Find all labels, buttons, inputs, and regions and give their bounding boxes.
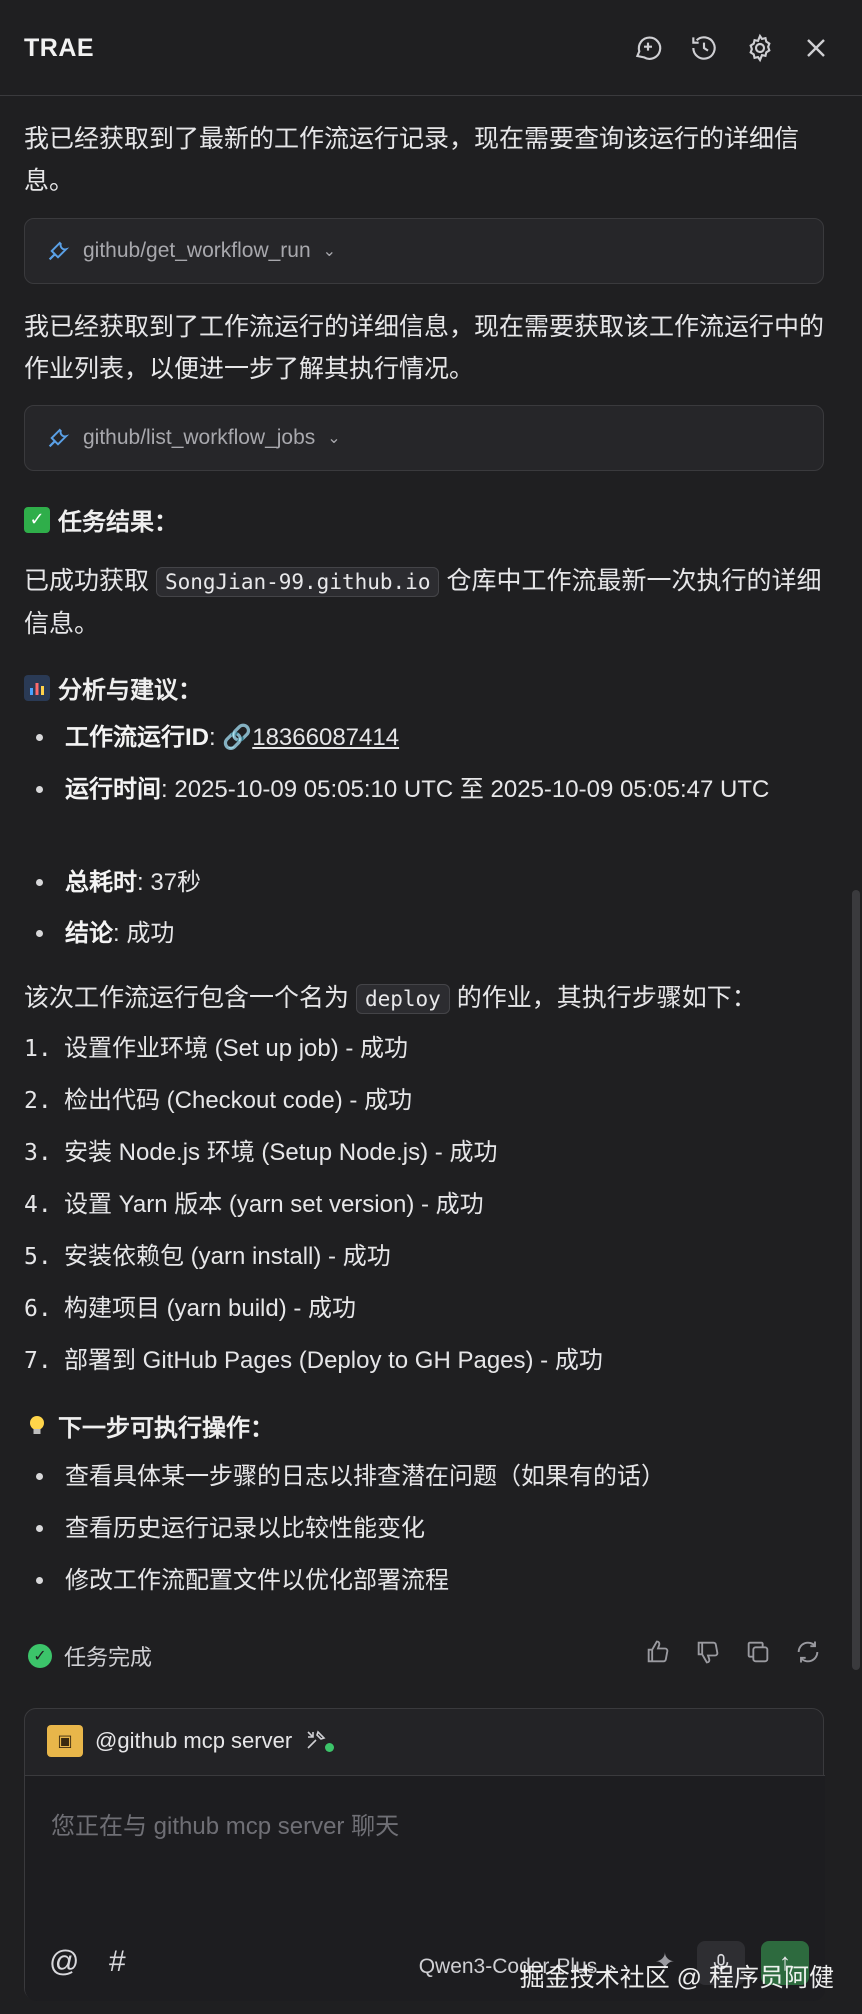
step-item: 7. 部署到 GitHub Pages (Deploy to GH Pages) …: [24, 1347, 603, 1374]
assistant-message-1: 我已经获取到了最新的工作流运行记录，现在需要查询该运行的详细信息。: [24, 125, 800, 195]
settings-icon[interactable]: [744, 32, 776, 64]
chevron-down-icon: ⌄: [327, 430, 341, 447]
analysis-item-duration: 总耗时: 37秒: [36, 862, 830, 904]
app-title: TRAE: [24, 34, 95, 62]
hash-context-button[interactable]: #: [109, 1945, 126, 1979]
result-text: 已成功获取 SongJian-99.github.io 仓库中工作流最新一次执行…: [24, 567, 822, 638]
job-name-code: deploy: [355, 984, 450, 1014]
tool-call-label: github/get_workflow_run: [83, 239, 311, 262]
watermark: 掘金技术社区 @ 程序员阿健: [519, 1964, 834, 1992]
check-circle-icon: ✓: [28, 1644, 52, 1668]
step-item: 2. 检出代码 (Checkout code) - 成功: [24, 1087, 413, 1114]
repo-code: SongJian-99.github.io: [155, 567, 440, 597]
step-item: 5. 安装依赖包 (yarn install) - 成功: [24, 1243, 391, 1270]
next-steps-heading: 下一步可执行操作：: [24, 1408, 274, 1443]
wrench-icon: [48, 241, 70, 261]
thumbs-up-icon[interactable]: [644, 1638, 672, 1673]
history-icon[interactable]: [688, 32, 720, 64]
mcp-server-mention[interactable]: ▣ @github mcp server: [47, 1725, 335, 1757]
step-item: 6. 构建项目 (yarn build) - 成功: [24, 1295, 357, 1322]
jobs-intro: 该次工作流运行包含一个名为 deploy 的作业，其执行步骤如下：: [24, 984, 757, 1014]
thumbs-down-icon[interactable]: [694, 1638, 722, 1673]
lightbulb-icon: [24, 1413, 50, 1439]
copy-icon[interactable]: [744, 1638, 772, 1673]
run-id-link[interactable]: 18366087414: [252, 724, 399, 751]
chat-composer: ▣ @github mcp server 您正在与 github mcp ser…: [24, 1708, 825, 2001]
step-item: 3. 安装 Node.js 环境 (Setup Node.js) - 成功: [24, 1139, 498, 1166]
mcp-server-icon: ▣: [47, 1725, 83, 1757]
tool-call-list-workflow-jobs[interactable]: github/list_workflow_jobs ⌄: [24, 405, 824, 471]
new-chat-icon[interactable]: [632, 32, 664, 64]
message-actions: [644, 1638, 822, 1673]
tools-icon[interactable]: [304, 1728, 335, 1754]
analysis-item-run-time: 运行时间: 2025-10-09 05:05:10 UTC 至 2025-10-…: [36, 769, 830, 811]
checkmark-icon: ✓: [24, 506, 50, 533]
tool-call-get-workflow-run[interactable]: github/get_workflow_run ⌄: [24, 218, 824, 284]
wrench-icon: [48, 428, 70, 448]
bar-chart-icon: [24, 674, 50, 701]
next-step-item: 修改工作流配置文件以优化部署流程: [36, 1560, 830, 1602]
scrollbar[interactable]: [852, 890, 860, 1670]
analysis-heading: 分析与建议：: [24, 670, 202, 705]
chat-input-placeholder: 您正在与 github mcp server 聊天: [51, 1813, 400, 1840]
close-icon[interactable]: [800, 32, 832, 64]
at-mention-button[interactable]: @: [49, 1945, 79, 1979]
result-heading: ✓ 任务结果：: [24, 502, 178, 537]
analysis-item-run-id: 工作流运行ID: 🔗18366087414: [36, 717, 830, 759]
task-complete-status: ✓ 任务完成: [28, 1640, 152, 1672]
link-icon: 🔗: [222, 724, 253, 751]
step-item: 1. 设置作业环境 (Set up job) - 成功: [24, 1035, 409, 1062]
tool-call-label: github/list_workflow_jobs: [83, 426, 316, 449]
regenerate-icon[interactable]: [794, 1638, 822, 1673]
panel-header: TRAE: [0, 0, 862, 96]
step-item: 4. 设置 Yarn 版本 (yarn set version) - 成功: [24, 1191, 484, 1218]
assistant-message-2: 我已经获取到了工作流运行的详细信息，现在需要获取该工作流运行中的作业列表，以便进…: [24, 313, 825, 383]
next-step-item: 查看具体某一步骤的日志以排查潜在问题（如果有的话）: [36, 1456, 830, 1498]
chevron-down-icon: ⌄: [322, 243, 337, 260]
next-step-item: 查看历史运行记录以比较性能变化: [36, 1508, 830, 1550]
analysis-item-conclusion: 结论: 成功: [36, 913, 830, 955]
